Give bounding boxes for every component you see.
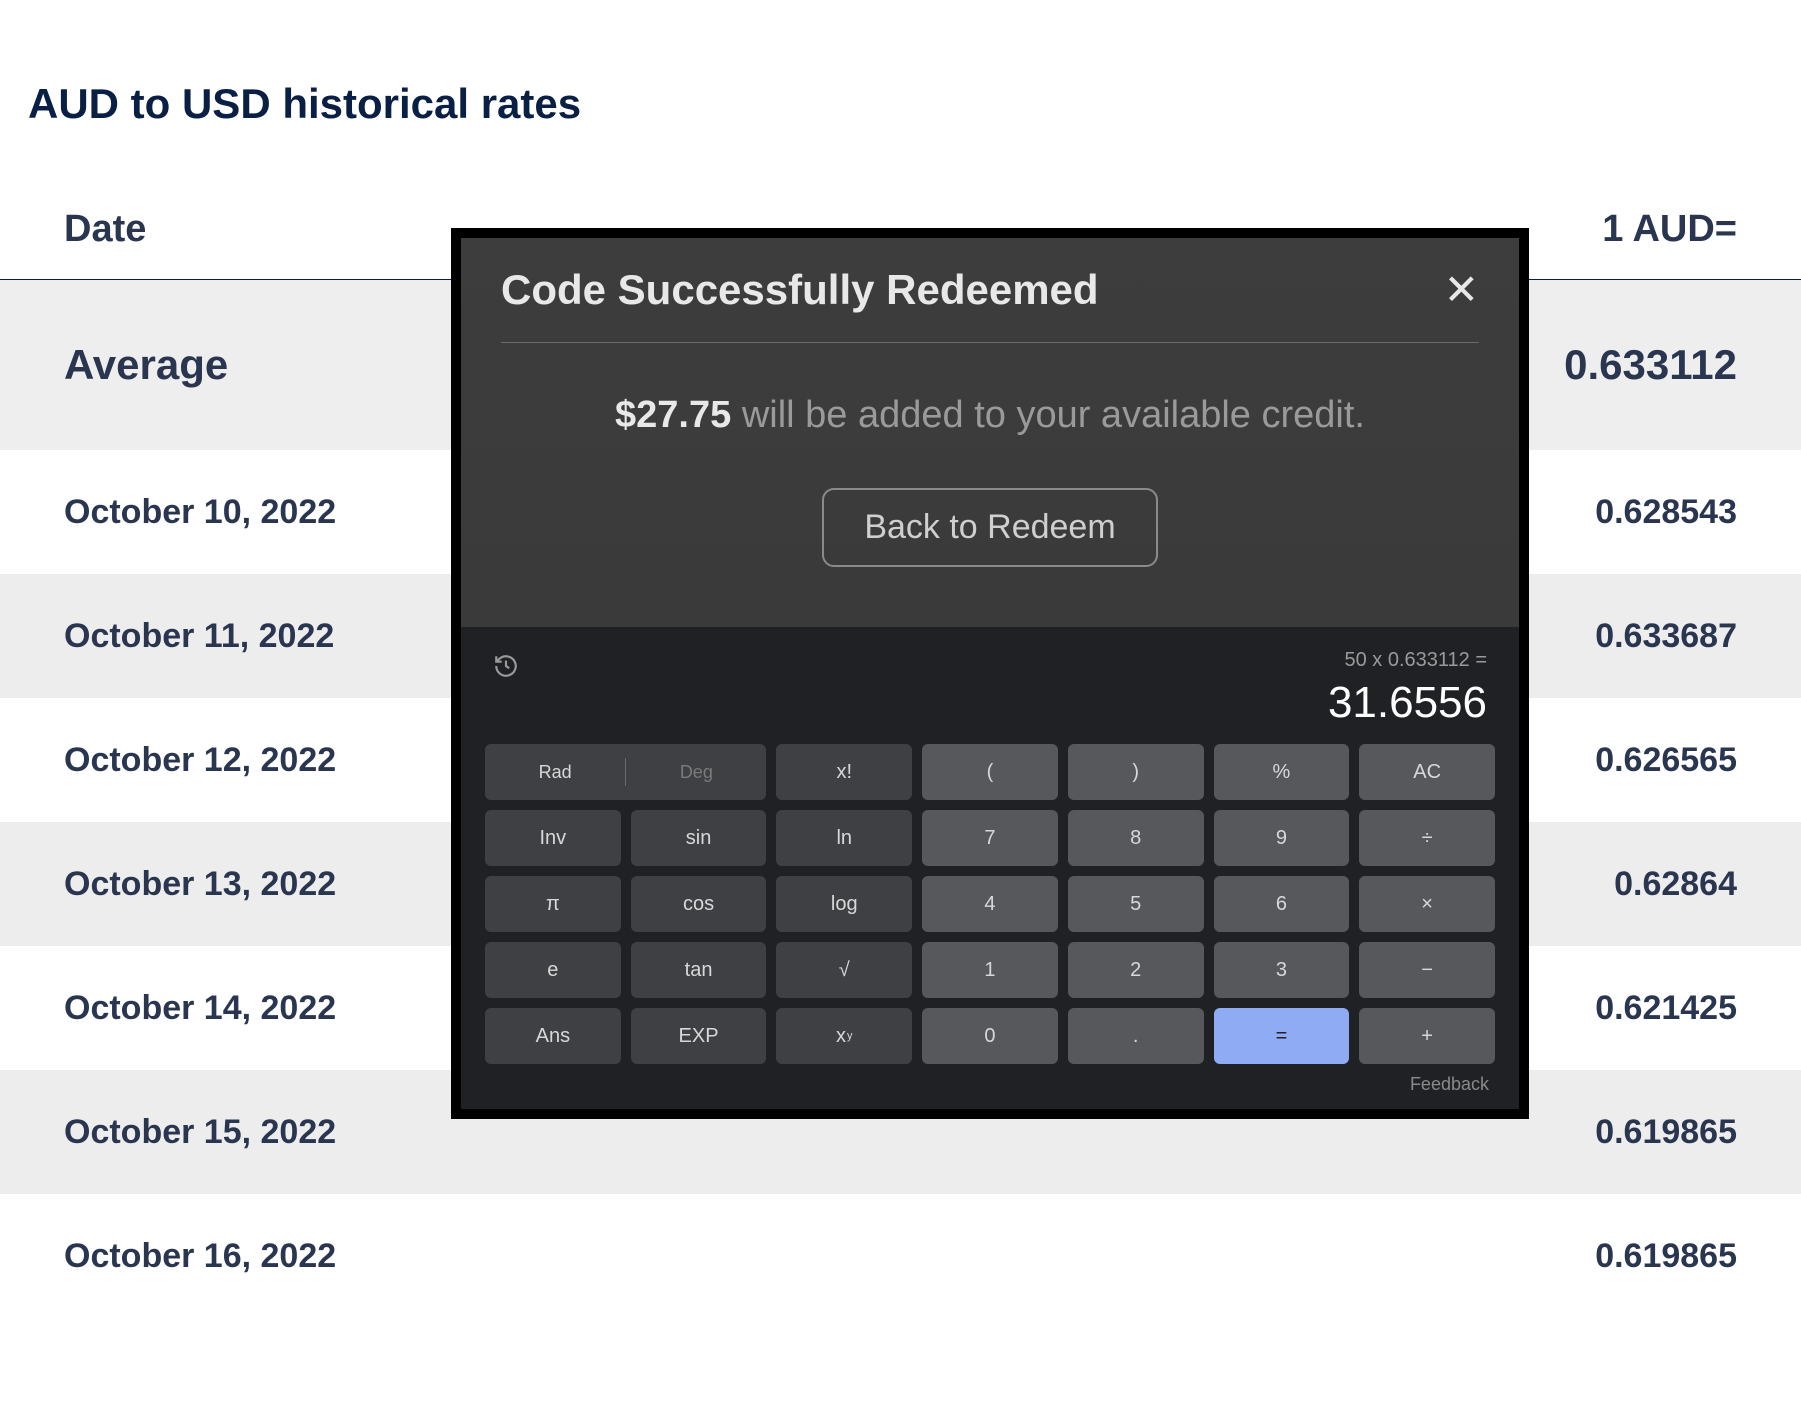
table-row: October 16, 2022 0.619865 [0,1194,1801,1318]
redeem-body: $27.75 will be added to your available c… [501,343,1479,567]
key-rparen[interactable]: ) [1068,744,1204,800]
cell-date: October 15, 2022 [64,1113,336,1152]
header-rate: 1 AUD= [1602,208,1737,251]
average-value: 0.633112 [1564,341,1737,389]
cell-date: October 14, 2022 [64,989,336,1028]
key-cos[interactable]: cos [631,876,767,932]
back-to-redeem-button[interactable]: Back to Redeem [822,488,1157,567]
key-lparen[interactable]: ( [922,744,1058,800]
key-2[interactable]: 2 [1068,942,1204,998]
cell-rate: 0.633687 [1595,617,1737,656]
key-7[interactable]: 7 [922,810,1058,866]
key-power-exp: y [847,1030,853,1042]
calculator-display: 50 x 0.633112 = 31.6556 [485,645,1495,744]
key-power-base: x [836,1025,846,1048]
key-percent[interactable]: % [1214,744,1350,800]
redeem-amount: $27.75 [615,394,731,436]
key-subtract[interactable]: − [1359,942,1495,998]
redeem-modal: Code Successfully Redeemed ✕ $27.75 will… [461,238,1519,627]
key-4[interactable]: 4 [922,876,1058,932]
redeem-header: Code Successfully Redeemed ✕ [501,266,1479,343]
feedback-link[interactable]: Feedback [1410,1074,1489,1094]
redeem-title: Code Successfully Redeemed [501,266,1099,314]
rad-label: Rad [485,762,625,783]
deg-label: Deg [626,762,766,783]
key-ln[interactable]: ln [776,810,912,866]
cell-date: October 11, 2022 [64,617,334,656]
close-icon[interactable]: ✕ [1444,269,1479,311]
key-log[interactable]: log [776,876,912,932]
key-add[interactable]: + [1359,1008,1495,1064]
cell-rate: 0.628543 [1595,493,1737,532]
key-equals[interactable]: = [1214,1008,1350,1064]
key-divide[interactable]: ÷ [1359,810,1495,866]
header-date: Date [64,208,146,251]
key-ans[interactable]: Ans [485,1008,621,1064]
key-factorial[interactable]: x! [776,744,912,800]
cell-date: October 12, 2022 [64,741,336,780]
key-dot[interactable]: . [1068,1008,1204,1064]
key-5[interactable]: 5 [1068,876,1204,932]
cell-rate: 0.619865 [1595,1237,1737,1276]
key-e[interactable]: e [485,942,621,998]
calculator-expression: 50 x 0.633112 = [1328,649,1487,672]
calculator-result: 31.6556 [1328,678,1487,728]
key-exp[interactable]: EXP [631,1008,767,1064]
overlay-stack: Code Successfully Redeemed ✕ $27.75 will… [451,228,1529,1119]
key-power[interactable]: xy [776,1008,912,1064]
key-9[interactable]: 9 [1214,810,1350,866]
key-3[interactable]: 3 [1214,942,1350,998]
key-sqrt[interactable]: √ [776,942,912,998]
key-pi[interactable]: π [485,876,621,932]
history-icon[interactable] [493,649,519,686]
redeem-msg-text: will be added to your available credit. [731,394,1365,436]
cell-rate: 0.621425 [1595,989,1737,1028]
key-ac[interactable]: AC [1359,744,1495,800]
cell-date: October 16, 2022 [64,1237,336,1276]
cell-rate: 0.619865 [1595,1113,1737,1152]
key-1[interactable]: 1 [922,942,1058,998]
cell-date: October 10, 2022 [64,493,336,532]
calculator: 50 x 0.633112 = 31.6556 Rad Deg x! ( ) %… [461,627,1519,1109]
key-multiply[interactable]: × [1359,876,1495,932]
redeem-message: $27.75 will be added to your available c… [521,387,1459,444]
key-0[interactable]: 0 [922,1008,1058,1064]
key-6[interactable]: 6 [1214,876,1350,932]
page-title: AUD to USD historical rates [0,0,1801,128]
cell-date: October 13, 2022 [64,865,336,904]
rad-deg-toggle[interactable]: Rad Deg [485,744,766,800]
calculator-footer: Feedback [485,1064,1495,1095]
calculator-keypad: Rad Deg x! ( ) % AC Inv sin ln 7 8 9 ÷ π… [485,744,1495,1064]
key-tan[interactable]: tan [631,942,767,998]
key-inv[interactable]: Inv [485,810,621,866]
key-sin[interactable]: sin [631,810,767,866]
cell-rate: 0.626565 [1595,741,1737,780]
key-8[interactable]: 8 [1068,810,1204,866]
average-label: Average [64,341,228,389]
cell-rate: 0.62864 [1614,865,1737,904]
